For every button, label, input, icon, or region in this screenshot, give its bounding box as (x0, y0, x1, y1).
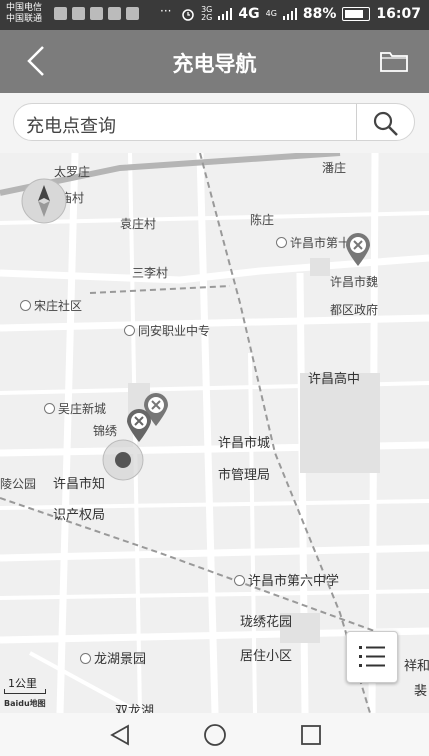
compass-icon[interactable] (20, 177, 68, 225)
poi-marker (20, 300, 31, 311)
carrier-2: 中国联通 (6, 14, 43, 24)
battery-icon (342, 7, 371, 21)
map-label: 许昌市第十 (276, 234, 350, 251)
app-header: 充电导航 (0, 30, 429, 93)
map-label: 许昌市魏 (330, 275, 379, 289)
current-location-icon (102, 439, 144, 481)
search-bar: 充电点查询 (0, 93, 429, 153)
search-input[interactable]: 充电点查询 (13, 103, 415, 141)
map-label: 珑绣花园 (240, 615, 293, 630)
status-right: 3G 2G 4G 4G 88% 16:07 (181, 6, 421, 22)
map-label: 陈庄 (250, 213, 275, 227)
map-label: 潘庄 (322, 161, 347, 175)
network-4g-small: 4G (265, 9, 277, 18)
scale-bar (4, 689, 46, 694)
charging-station-pin-icon[interactable] (345, 233, 371, 267)
search-icon[interactable] (372, 110, 400, 138)
notification-icon (72, 7, 85, 20)
notification-icon (108, 7, 121, 20)
map-label: 宋庄社区 (20, 297, 82, 314)
status-bar: 中国电信 中国联通 ··· 3G 2G 4G 4G 88% 16:07 (0, 0, 429, 30)
map-view[interactable]: 太罗庄 潘庄 小庙村 袁庄村 陈庄 许昌市第十 许昌市魏 都区政府 三李村 宋庄… (0, 153, 429, 713)
map-label: 裴 (414, 684, 428, 699)
map-label: 祥和 (404, 659, 429, 674)
map-label: 三李村 (132, 266, 169, 280)
nav-home-icon[interactable] (203, 723, 227, 747)
map-label: 袁庄村 (120, 217, 157, 231)
nav-recents-icon[interactable] (299, 723, 323, 747)
map-label: 许昌高中 (308, 372, 361, 387)
alarm-icon (182, 9, 194, 21)
map-label: 锦绣 (93, 424, 118, 438)
poi-marker (80, 653, 91, 664)
map-label: 居住小区 (240, 649, 293, 664)
map-label: 许昌市城 (218, 436, 271, 451)
list-view-button[interactable] (346, 631, 398, 683)
battery-percent: 88% (302, 6, 337, 22)
map-label: 陵公园 (0, 477, 37, 491)
network-type: 3G 2G (201, 5, 213, 22)
notification-icons (54, 7, 139, 20)
search-placeholder: 充电点查询 (26, 116, 116, 137)
map-label: 双龙湖 (115, 704, 155, 713)
signal-icon (282, 8, 297, 20)
network-4g: 4G (238, 6, 260, 22)
map-label: 许昌市第六中学 (234, 570, 339, 589)
carrier-1: 中国电信 (6, 3, 43, 13)
map-label: 市管理局 (218, 468, 271, 483)
page-title: 充电导航 (172, 52, 257, 76)
list-icon (359, 646, 385, 667)
poi-marker (124, 325, 135, 336)
baidu-logo: Baidu地图 (4, 699, 46, 708)
clock: 16:07 (376, 6, 421, 22)
map-label: 龙湖景园 (80, 648, 146, 667)
notification-icon (90, 7, 103, 20)
search-divider (356, 104, 357, 140)
signal-icon (218, 8, 233, 20)
poi-marker (276, 237, 287, 248)
map-label: 同安职业中专 (124, 322, 210, 339)
poi-marker (44, 403, 55, 414)
system-nav-bar (0, 713, 429, 756)
map-label: 识产权局 (53, 508, 106, 523)
notification-icon (54, 7, 67, 20)
folder-icon[interactable] (379, 49, 409, 73)
map-label: 都区政府 (330, 303, 379, 317)
carrier-info: 中国电信 中国联通 (6, 3, 42, 25)
map-label: 许昌市知 (53, 477, 106, 492)
nav-back-icon[interactable] (108, 723, 132, 747)
map-label: 吴庄新城 (44, 400, 106, 417)
notification-icon (126, 7, 139, 20)
more-notifications: ··· (160, 4, 172, 18)
poi-marker (234, 575, 245, 586)
